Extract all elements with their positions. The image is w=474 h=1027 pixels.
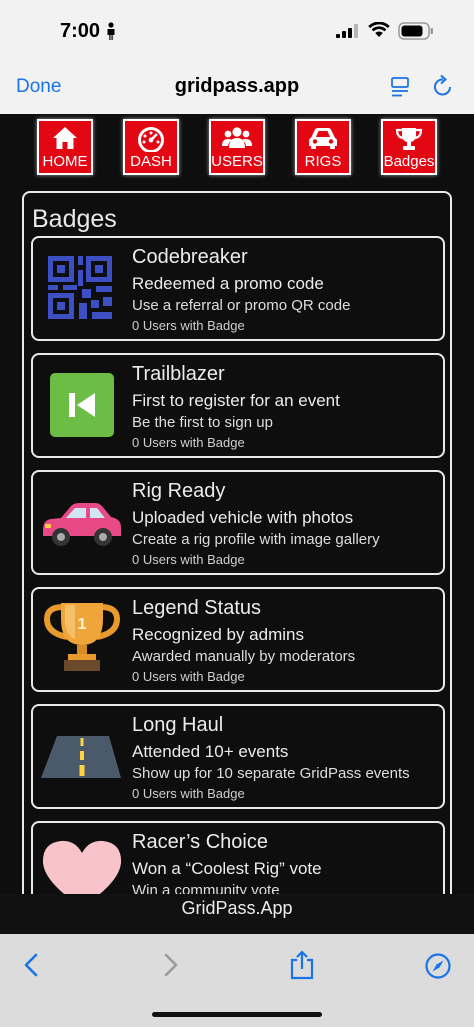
nav-badges-button[interactable]: Badges <box>381 119 437 175</box>
browser-nav-bar: Done gridpass.app <box>0 62 474 114</box>
back-icon[interactable] <box>20 952 44 983</box>
badge-user-count: 0 Users with Badge <box>132 552 245 567</box>
badge-name: Long Haul <box>132 714 224 736</box>
badge-card-legend-status[interactable]: 1 Legend Status Recognized by admins Awa… <box>31 587 445 692</box>
badge-description: Redeemed a promo code <box>132 274 324 293</box>
nav-rigs-button[interactable]: RIGS <box>295 119 351 175</box>
nav-home-label: HOME <box>42 153 88 170</box>
reader-view-icon[interactable] <box>390 76 412 103</box>
badge-name: Racer’s Choice <box>132 831 268 853</box>
badge-card-rig-ready[interactable]: Rig Ready Uploaded vehicle with photos C… <box>31 470 445 575</box>
badge-name: Legend Status <box>132 597 261 619</box>
nav-users-button[interactable]: USERS <box>209 119 265 175</box>
badge-hint: Use a referral or promo QR code <box>132 297 351 314</box>
badges-panel-title: Badges <box>32 205 117 233</box>
badge-description: First to register for an event <box>132 391 340 410</box>
badge-name: Rig Ready <box>132 480 226 502</box>
badge-description: Attended 10+ events <box>132 742 289 761</box>
pink-car-icon <box>41 482 123 562</box>
road-icon <box>41 716 123 796</box>
badge-name: Trailblazer <box>132 363 225 385</box>
car-icon <box>308 126 338 155</box>
badge-user-count: 0 Users with Badge <box>132 318 245 333</box>
badge-name: Codebreaker <box>132 246 248 268</box>
badge-hint: Win a community vote <box>132 882 280 894</box>
users-icon <box>222 126 252 155</box>
nav-dash-button[interactable]: DASH <box>123 119 179 175</box>
qr-code-icon <box>41 248 123 328</box>
nav-rigs-label: RIGS <box>304 153 342 170</box>
forward-icon[interactable] <box>158 952 182 983</box>
status-bar: 7:00 <box>0 0 474 62</box>
badge-hint: Be the first to sign up <box>132 414 273 431</box>
skip-back-icon <box>41 365 123 445</box>
badge-hint: Show up for 10 separate GridPass events <box>132 765 410 782</box>
site-footer: GridPass.App <box>0 894 474 934</box>
home-icon <box>52 126 78 155</box>
home-indicator <box>152 1012 322 1017</box>
web-page: HOME DASH USERS RIGS Badges Badges Codeb… <box>0 114 474 894</box>
nav-users-label: USERS <box>211 153 263 170</box>
gauge-icon <box>137 126 165 157</box>
svg-text:1: 1 <box>78 616 87 633</box>
badge-hint: Create a rig profile with image gallery <box>132 531 380 548</box>
badge-description: Uploaded vehicle with photos <box>132 508 354 527</box>
badge-hint: Awarded manually by moderators <box>132 648 356 665</box>
badge-user-count: 0 Users with Badge <box>132 669 245 684</box>
badges-panel: Badges Codebreaker Redeemed a promo code <box>22 191 452 894</box>
footer-text: GridPass.App <box>181 898 293 918</box>
badge-description: Won a “Coolest Rig” vote <box>132 859 322 878</box>
browser-toolbar <box>0 934 474 1027</box>
status-time: 7:00 <box>60 20 101 42</box>
cellular-signal-icon <box>336 24 362 43</box>
reload-icon[interactable] <box>432 74 454 103</box>
badge-card-codebreaker[interactable]: Codebreaker Redeemed a promo code Use a … <box>31 236 445 341</box>
badge-card-long-haul[interactable]: Long Haul Attended 10+ events Show up fo… <box>31 704 445 809</box>
badge-user-count: 0 Users with Badge <box>132 435 245 450</box>
app-nav: HOME DASH USERS RIGS Badges <box>0 119 474 179</box>
badge-description: Recognized by admins <box>132 625 304 644</box>
badge-card-trailblazer[interactable]: Trailblazer First to register for an eve… <box>31 353 445 458</box>
gold-trophy-icon: 1 <box>41 599 123 679</box>
heart-icon <box>41 833 123 894</box>
badge-user-count: 0 Users with Badge <box>132 786 245 801</box>
person-icon <box>106 22 116 45</box>
wifi-icon <box>368 21 390 43</box>
trophy-icon <box>395 126 423 157</box>
compass-icon[interactable] <box>424 952 452 985</box>
share-icon[interactable] <box>289 950 315 985</box>
badge-card-racers-choice[interactable]: Racer’s Choice Won a “Coolest Rig” vote … <box>31 821 445 894</box>
battery-icon <box>398 22 434 45</box>
nav-home-button[interactable]: HOME <box>37 119 93 175</box>
